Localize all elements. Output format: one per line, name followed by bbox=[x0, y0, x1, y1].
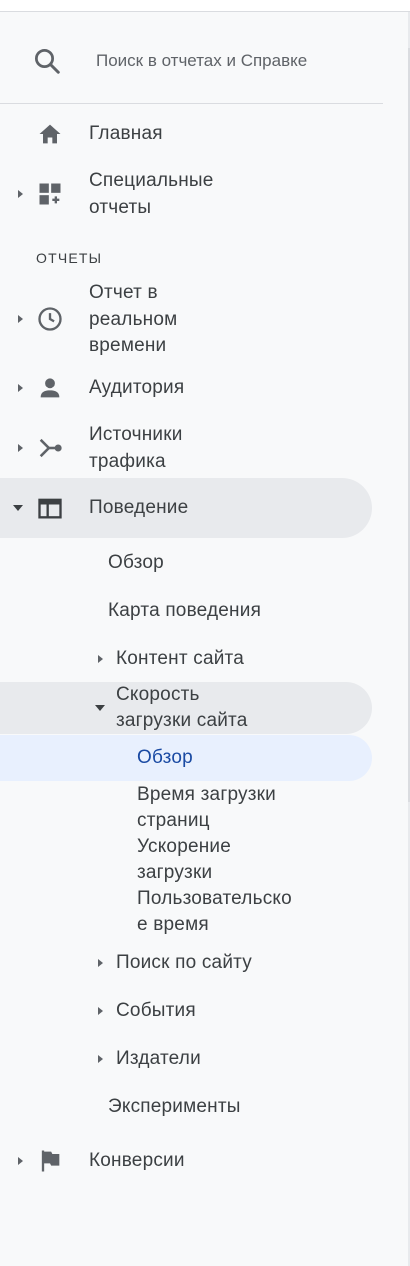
nav-item-site-speed[interactable]: Скорость загрузки сайта bbox=[0, 682, 372, 734]
nav-item-audience[interactable]: Аудитория bbox=[0, 372, 372, 404]
nav-label-line1: Источники bbox=[89, 424, 183, 445]
nav-label-line3: времени bbox=[89, 335, 167, 356]
nav-item-user-timings[interactable]: Пользовательско е время bbox=[0, 886, 372, 938]
nav-item-events[interactable]: События bbox=[0, 996, 372, 1026]
caret-down-icon bbox=[13, 505, 23, 511]
section-heading-reports: ОТЧЕТЫ bbox=[36, 250, 103, 266]
search-icon[interactable] bbox=[32, 46, 62, 76]
nav-item-site-content[interactable]: Контент сайта bbox=[0, 644, 372, 674]
nav-label-line1: Время загрузки bbox=[137, 784, 276, 805]
caret-right-icon bbox=[18, 315, 23, 323]
nav-item-acquisition[interactable]: Источники трафика bbox=[0, 420, 372, 476]
nav-label-line1: Отчет в bbox=[89, 282, 158, 303]
caret-down-icon bbox=[95, 705, 105, 711]
nav-label-line2: трафика bbox=[89, 451, 166, 472]
nav-item-site-search[interactable]: Поиск по сайту bbox=[0, 948, 372, 978]
nav-label: Эксперименты bbox=[108, 1096, 241, 1117]
nav-label-line2: загрузки bbox=[137, 862, 213, 883]
nav-label: Контент сайта bbox=[116, 648, 244, 669]
top-bar bbox=[0, 0, 410, 12]
caret-right-icon bbox=[98, 1007, 103, 1015]
nav-item-speed-suggestions[interactable]: Ускорение загрузки bbox=[0, 834, 372, 886]
person-icon bbox=[40, 378, 60, 398]
nav-item-behavior-flow[interactable]: Карта поведения bbox=[0, 596, 372, 626]
nav-item-conversions[interactable]: Конверсии bbox=[0, 1145, 372, 1177]
nav-label-line2: страниц bbox=[137, 810, 210, 831]
nav-label: Аудитория bbox=[89, 377, 185, 398]
caret-right-icon bbox=[98, 959, 103, 967]
nav-label: Поведение bbox=[89, 497, 189, 518]
nav-label-line2: реальном bbox=[89, 309, 178, 330]
nav-item-custom-reports[interactable]: Специальные отчеты bbox=[0, 166, 372, 222]
nav-label-line1: Специальные bbox=[89, 170, 214, 191]
web-window-icon bbox=[38, 498, 62, 519]
nav-label-line1: Ускорение bbox=[137, 836, 231, 857]
flag-icon bbox=[41, 1150, 60, 1172]
caret-right-icon bbox=[98, 655, 103, 663]
nav-label-line1: Скорость bbox=[116, 684, 200, 705]
nav-label-line2: загрузки сайта bbox=[116, 710, 248, 731]
nav-label-line1: Пользовательско bbox=[137, 888, 292, 909]
nav-label: Поиск по сайту bbox=[116, 952, 252, 973]
nav-item-experiments[interactable]: Эксперименты bbox=[0, 1092, 372, 1122]
nav-item-behavior-overview[interactable]: Обзор bbox=[0, 548, 372, 578]
caret-right-icon bbox=[18, 1157, 23, 1165]
search-input[interactable] bbox=[96, 48, 342, 74]
nav-label: Главная bbox=[89, 123, 163, 144]
dashboard-add-icon bbox=[39, 183, 61, 205]
nav-item-realtime[interactable]: Отчет в реальном времени bbox=[0, 280, 372, 362]
home-icon bbox=[39, 124, 61, 144]
nav-label: Карта поведения bbox=[108, 600, 262, 621]
nav-item-behavior[interactable]: Поведение bbox=[0, 478, 372, 538]
nav-label: Конверсии bbox=[89, 1150, 185, 1171]
caret-right-icon bbox=[18, 190, 23, 198]
search-box[interactable] bbox=[0, 12, 383, 104]
nav-label-line2: е время bbox=[137, 914, 209, 935]
clock-icon bbox=[38, 307, 62, 331]
nav-item-page-timings[interactable]: Время загрузки страниц bbox=[0, 782, 372, 834]
nav-label: Обзор bbox=[108, 552, 164, 573]
nav-label: Обзор bbox=[137, 747, 193, 768]
nav-label: Издатели bbox=[116, 1048, 201, 1069]
caret-right-icon bbox=[98, 1055, 103, 1063]
nav-item-publisher[interactable]: Издатели bbox=[0, 1044, 372, 1074]
nav-item-home[interactable]: Главная bbox=[0, 118, 372, 150]
caret-right-icon bbox=[18, 444, 23, 452]
merge-type-icon bbox=[39, 438, 62, 458]
caret-right-icon bbox=[18, 384, 23, 392]
nav-label: События bbox=[116, 1000, 196, 1021]
nav-item-site-speed-overview[interactable]: Обзор bbox=[0, 735, 372, 781]
nav-label-line2: отчеты bbox=[89, 197, 152, 218]
